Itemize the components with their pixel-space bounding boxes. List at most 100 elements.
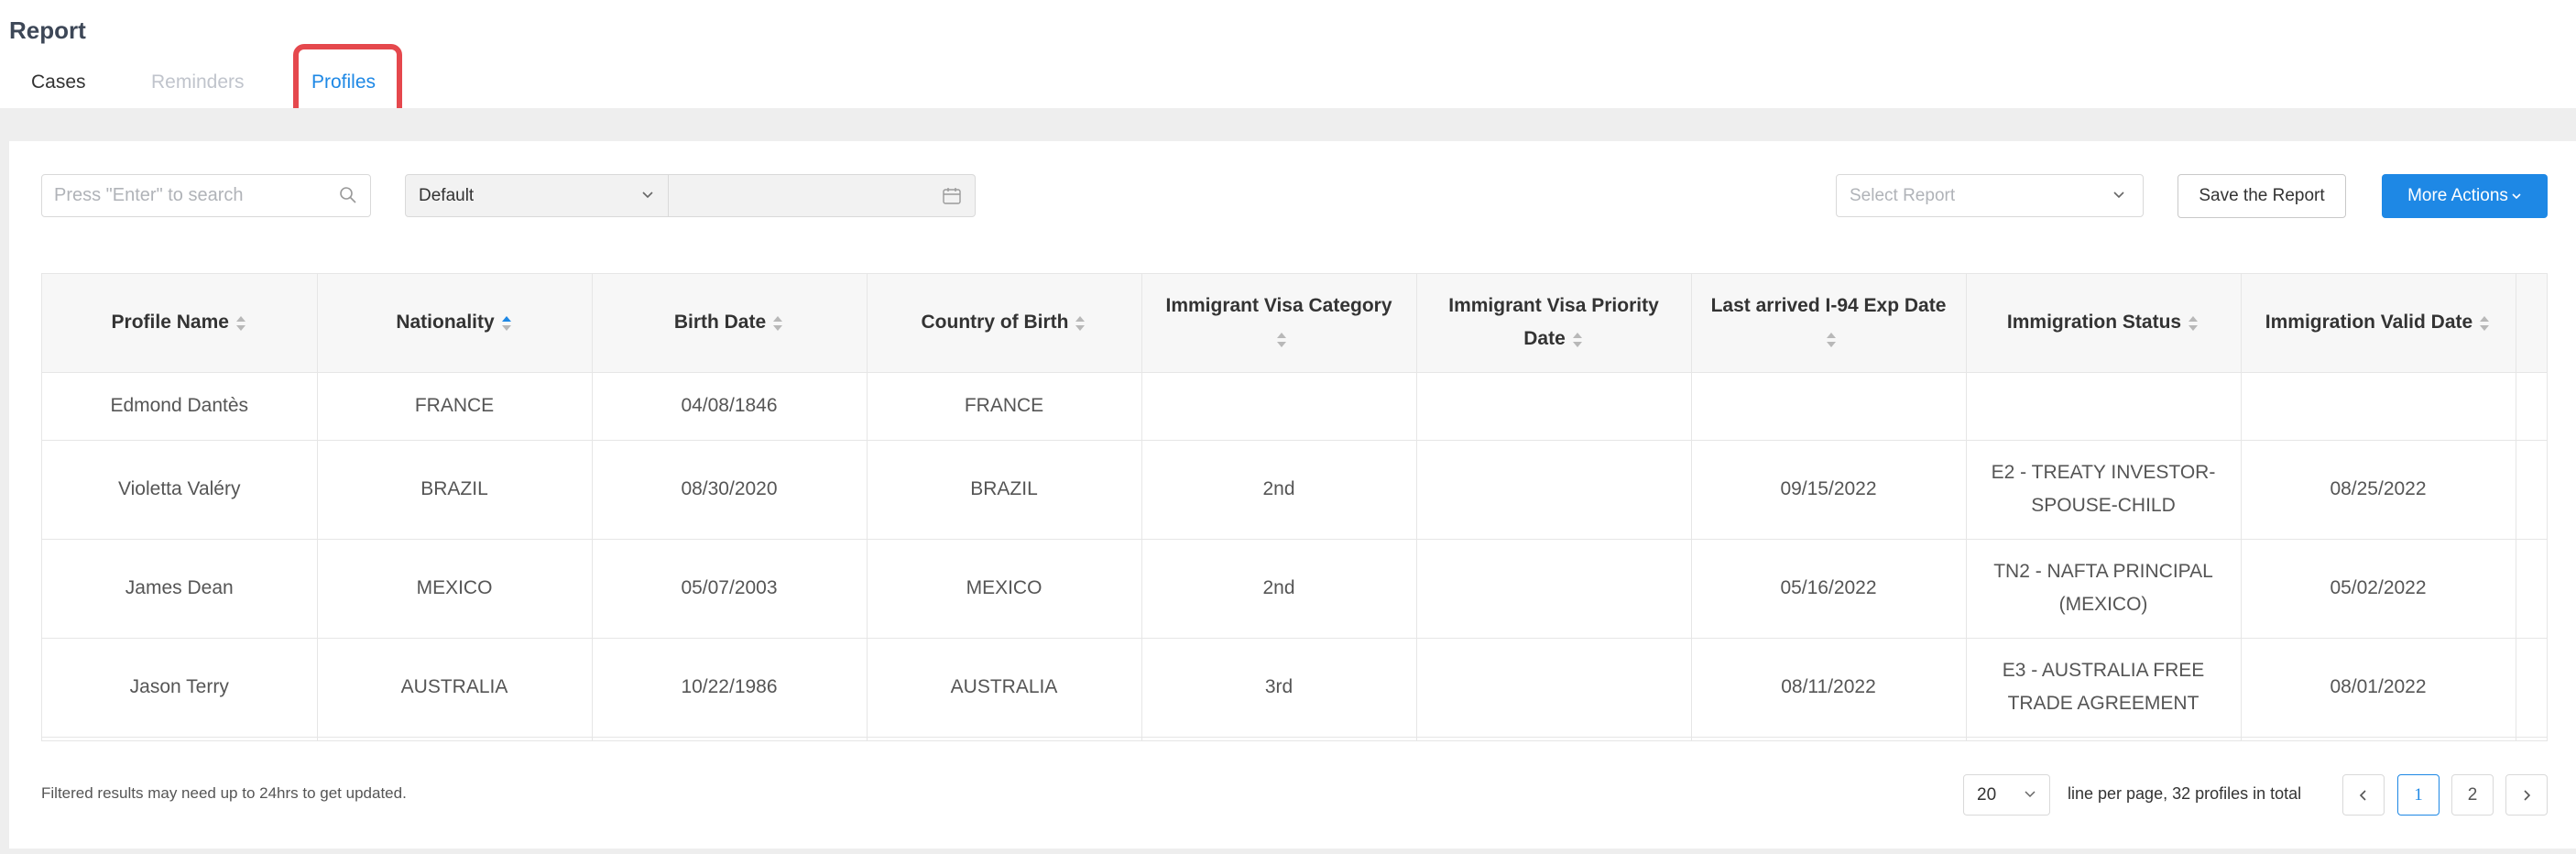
table-cell (1416, 372, 1692, 441)
table-cell: BRAZIL (317, 440, 593, 540)
column-header-profile-name[interactable]: Profile Name (42, 274, 318, 373)
search-icon[interactable] (339, 186, 357, 204)
tab-cases[interactable]: Cases (31, 71, 86, 93)
table-row[interactable] (42, 737, 2547, 740)
table-cell (317, 737, 593, 740)
more-actions-button[interactable]: More Actions (2382, 174, 2548, 218)
column-header-label: Immigration Status (2006, 312, 2182, 334)
table-cell-overflow (2516, 440, 2547, 540)
table-cell (2241, 737, 2516, 740)
table-cell (42, 737, 318, 740)
table-cell: E3 - AUSTRALIA FREE TRADE AGREEMENT (1966, 638, 2242, 738)
table-cell: Edmond Dantès (42, 372, 318, 441)
column-header-label: Profile Name (111, 312, 229, 334)
calendar-icon (943, 188, 961, 204)
table-cell-overflow (2516, 372, 2547, 441)
chevron-down-icon (2512, 193, 2521, 200)
chevron-down-icon (2113, 192, 2124, 199)
sort-icon[interactable] (1825, 331, 1838, 349)
date-filter-value: Default (419, 186, 475, 205)
table-cell (1141, 737, 1417, 740)
table-cell (1416, 737, 1692, 740)
table-cell: AUSTRALIA (867, 638, 1142, 738)
sort-icon[interactable] (2187, 314, 2199, 333)
chevron-down-icon (2025, 791, 2036, 798)
table-cell: TN2 - NAFTA PRINCIPAL (MEXICO) (1966, 539, 2242, 639)
table-cell-overflow (2516, 638, 2547, 738)
table-cell: 05/07/2003 (592, 539, 868, 639)
column-header-immigrant-visa-category[interactable]: Immigrant Visa Category (1141, 274, 1417, 373)
table-row[interactable]: Edmond Dantès FRANCE 04/08/1846 FRANCE (42, 372, 2547, 441)
filter-note: Filtered results may need up to 24hrs to… (41, 784, 407, 802)
column-header-immigration-valid-date[interactable]: Immigration Valid Date (2241, 274, 2516, 373)
table-cell: FRANCE (867, 372, 1142, 441)
column-header-overflow (2516, 274, 2547, 373)
sort-icon[interactable] (235, 314, 247, 333)
table-row[interactable]: Violetta Valéry BRAZIL 08/30/2020 BRAZIL 2nd… (42, 440, 2547, 540)
table-cell: MEXICO (867, 539, 1142, 639)
table-cell (867, 737, 1142, 740)
table-cell: MEXICO (317, 539, 593, 639)
column-header-birth-date[interactable]: Birth Date (592, 274, 868, 373)
table-cell: 09/15/2022 (1691, 440, 1967, 540)
table-cell: James Dean (42, 539, 318, 639)
table-cell (1416, 638, 1692, 738)
search-box (41, 174, 371, 217)
table-cell: AUSTRALIA (317, 638, 593, 738)
column-header-nationality[interactable]: Nationality (317, 274, 593, 373)
date-range-picker[interactable] (669, 174, 976, 217)
column-header-immigration-status[interactable]: Immigration Status (1966, 274, 2242, 373)
table-cell: Violetta Valéry (42, 440, 318, 540)
column-header-label: Nationality (396, 312, 495, 334)
table-cell: 10/22/1986 (592, 638, 868, 738)
table-cell (2241, 372, 2516, 441)
table-row[interactable]: Jason Terry AUSTRALIA 10/22/1986 AUSTRALIA 3… (42, 638, 2547, 738)
column-header-country-of-birth[interactable]: Country of Birth (867, 274, 1142, 373)
column-header-immigrant-visa-priority-date[interactable]: Immigrant Visa Priority Date (1416, 274, 1692, 373)
more-actions-label: More Actions (2407, 186, 2508, 205)
table-cell: 3rd (1141, 638, 1417, 738)
sort-icon[interactable] (1074, 314, 1086, 333)
column-header-label: Country of Birth (921, 312, 1069, 334)
tab-reminders[interactable]: Reminders (151, 71, 245, 93)
table-cell (1691, 737, 1967, 740)
column-header-label: Immigrant Visa Category (1165, 295, 1392, 317)
table-cell (592, 737, 868, 740)
table-cell: Jason Terry (42, 638, 318, 738)
table-cell: 08/25/2022 (2241, 440, 2516, 540)
page-1-button[interactable]: 1 (2397, 774, 2440, 816)
next-page-button[interactable] (2505, 774, 2548, 816)
sort-icon[interactable] (1571, 331, 1584, 349)
table-cell: 05/02/2022 (2241, 539, 2516, 639)
table-cell: 08/30/2020 (592, 440, 868, 540)
prev-page-button[interactable] (2342, 774, 2385, 816)
table-cell-overflow (2516, 539, 2547, 639)
sort-icon[interactable] (2478, 314, 2491, 333)
page-title: Report (9, 16, 86, 44)
column-header-label: Birth Date (673, 312, 767, 334)
column-header-label: Last arrived I-94 Exp Date (1710, 295, 1947, 317)
report-select[interactable]: Select Report (1836, 174, 2144, 217)
page-size-select[interactable]: 20 (1963, 774, 2050, 816)
table-cell: 08/11/2022 (1691, 638, 1967, 738)
profiles-table: Profile Name Nationality Birth Date Country… (41, 273, 2548, 741)
chevron-left-icon (2359, 790, 2366, 801)
table-cell: 2nd (1141, 539, 1417, 639)
table-cell (1691, 372, 1967, 441)
search-input[interactable] (42, 175, 317, 216)
pagination-total: line per page, 32 profiles in total (2068, 784, 2302, 803)
report-select-placeholder: Select Report (1850, 186, 1956, 205)
table-cell (1141, 372, 1417, 441)
save-report-button[interactable]: Save the Report (2178, 174, 2346, 218)
page-2-button[interactable]: 2 (2451, 774, 2494, 816)
sort-icon[interactable] (771, 314, 784, 333)
table-cell (1416, 440, 1692, 540)
sort-icon[interactable] (500, 314, 513, 333)
sort-icon[interactable] (1275, 331, 1288, 349)
chevron-down-icon (642, 192, 653, 199)
table-row[interactable]: James Dean MEXICO 05/07/2003 MEXICO 2nd 05/16… (42, 539, 2547, 639)
column-header-last-arrived-i-94-exp-date[interactable]: Last arrived I-94 Exp Date (1691, 274, 1967, 373)
table-cell: BRAZIL (867, 440, 1142, 540)
date-filter-select[interactable]: Default (405, 174, 669, 217)
chevron-right-icon (2524, 790, 2531, 801)
